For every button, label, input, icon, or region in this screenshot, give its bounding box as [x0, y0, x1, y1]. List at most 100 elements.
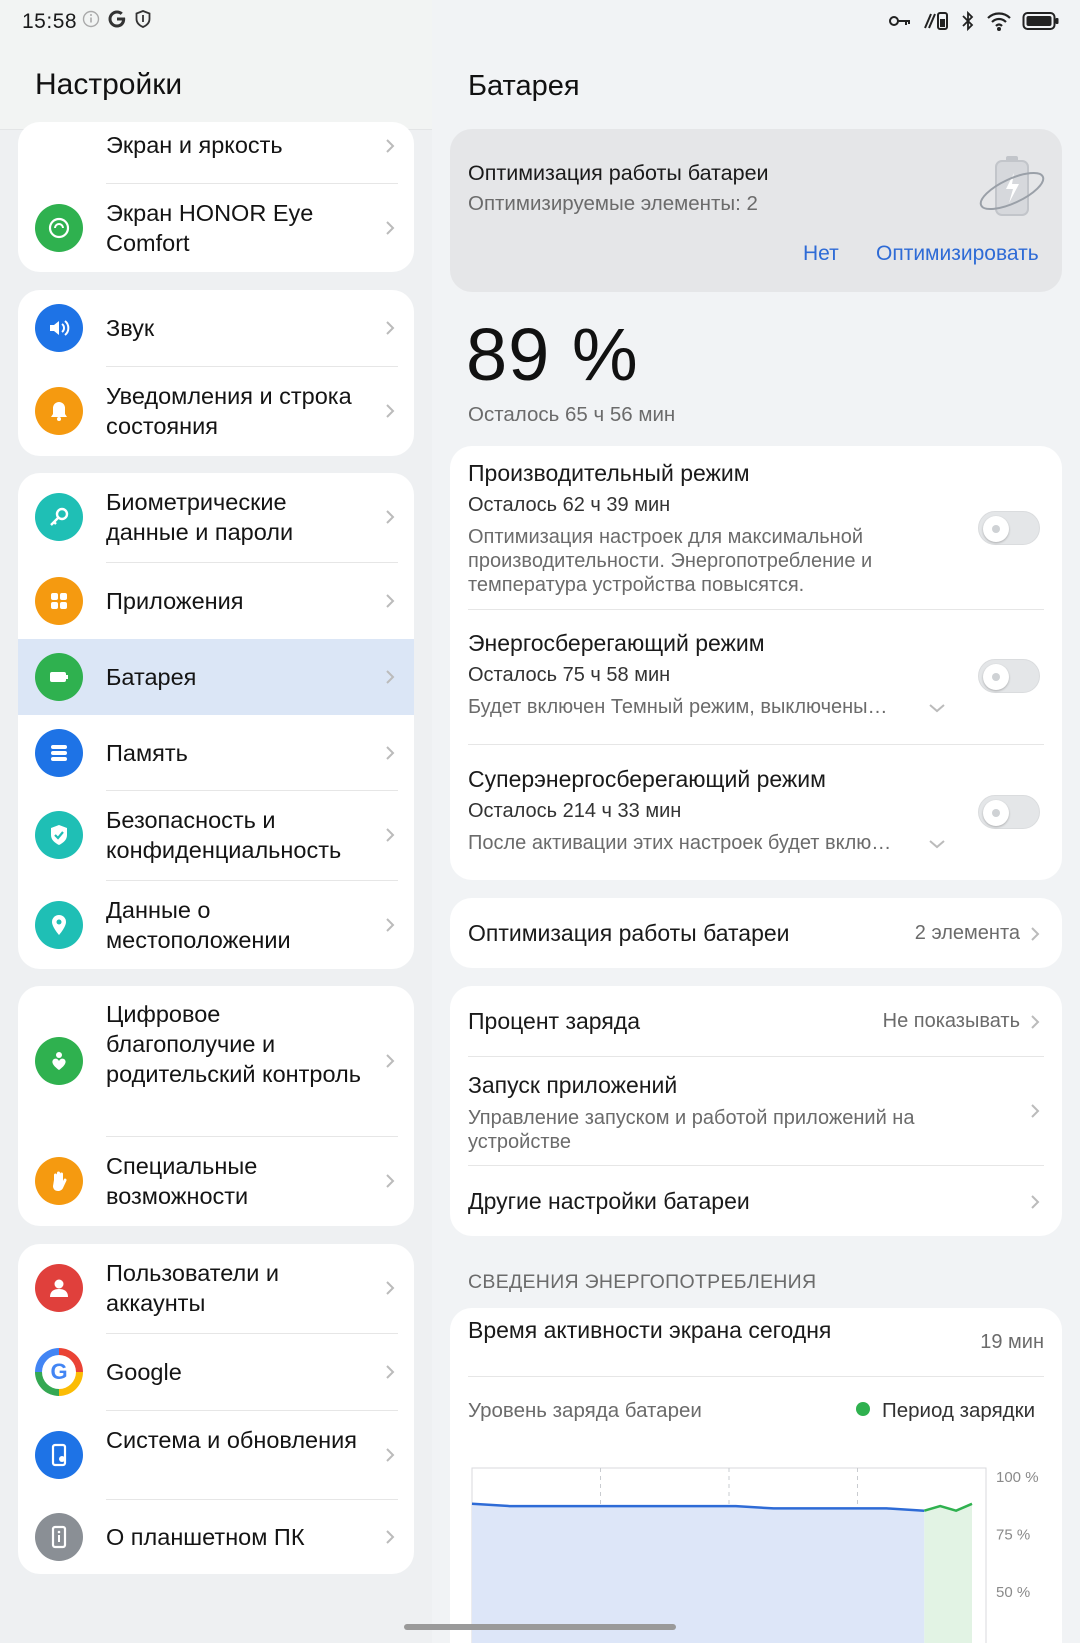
wifi-icon [987, 12, 1011, 31]
settings-item-biometrics[interactable]: Биометрические данные и пароли [18, 473, 414, 562]
settings-item-sound[interactable]: Звук [18, 290, 414, 366]
settings-item-privacy[interactable]: Безопасность и конфиденциальность [18, 791, 414, 880]
mode-title: Энергосберегающий режим [468, 630, 765, 656]
chevron-right-icon [386, 1448, 395, 1462]
home-indicator[interactable] [404, 1624, 676, 1630]
bluetooth-icon [962, 10, 974, 32]
mode-remaining: Осталось 75 ч 58 мин [468, 664, 671, 686]
performance-mode-toggle[interactable] [978, 511, 1040, 545]
status-icons-left [82, 8, 152, 30]
chart-caption: Уровень заряда батареи [468, 1399, 702, 1422]
settings-item-system[interactable]: Система и обновления [18, 1411, 414, 1499]
hand-icon [35, 1157, 83, 1205]
settings-item-label: Батарея [106, 664, 197, 690]
chevron-right-icon [386, 404, 395, 418]
settings-item-notifications[interactable]: Уведомления и строка состояния [18, 367, 414, 456]
y-tick-label: 50 % [996, 1584, 1030, 1601]
location-icon [35, 901, 83, 949]
settings-item-about[interactable]: О планшетном ПК [18, 1500, 414, 1574]
chevron-down-icon[interactable] [928, 702, 946, 714]
settings-item-battery[interactable]: Батарея [18, 639, 414, 715]
wellbeing-icon [35, 1037, 83, 1085]
settings-group-wellbeing: Цифровое благополучие и родительский кон… [18, 986, 414, 1226]
battery-remaining: Осталось 65 ч 56 мин [468, 403, 676, 426]
chevron-right-icon [386, 1174, 395, 1188]
section-header: СВЕДЕНИЯ ЭНЕРГОПОТРЕБЛЕНИЯ [468, 1271, 817, 1293]
settings-item-apps[interactable]: Приложения [18, 563, 414, 639]
battery-icon [35, 653, 83, 701]
battery-area [472, 1503, 925, 1643]
row-label: Запуск приложений [468, 1072, 678, 1098]
mode-title: Производительный режим [468, 460, 750, 486]
settings-item-location[interactable]: Данные о местоположении [18, 881, 414, 969]
chevron-right-icon [386, 1281, 395, 1295]
mode-description: После активации этих настроек будет вклю… [468, 832, 892, 854]
settings-item-label: Биометрические данные и пароли [106, 489, 294, 545]
settings-item-label: Экран и яркость [106, 132, 283, 158]
optimize-button[interactable]: Оптимизировать [876, 242, 1039, 266]
settings-item-label: Пользователи и аккаунты [106, 1260, 280, 1316]
optimize-card-title: Оптимизация работы батареи [468, 161, 769, 185]
google-g-icon [108, 10, 126, 28]
user-icon [35, 1264, 83, 1312]
settings-item-label: Безопасность и конфиденциальность [106, 807, 342, 863]
settings-item-label: Память [106, 740, 188, 766]
ultra-power-saving-toggle[interactable] [978, 795, 1040, 829]
y-tick-label: 100 % [996, 1469, 1039, 1486]
status-time: 15:58 [22, 10, 78, 33]
display-icon [35, 122, 83, 164]
settings-item-label: О планшетном ПК [106, 1524, 305, 1550]
row-value: Не показывать [882, 1010, 1020, 1032]
chevron-right-icon [386, 139, 395, 153]
settings-item-accessibility[interactable]: Специальные возможности [18, 1137, 414, 1226]
settings-item-label: Специальные возможности [106, 1153, 258, 1209]
chevron-right-icon [386, 670, 395, 684]
row-value: 2 элемента [914, 922, 1020, 944]
chevron-right-icon [386, 1365, 395, 1379]
settings-item-storage[interactable]: Память [18, 715, 414, 791]
settings-item-eye-comfort[interactable]: Экран HONOR Eye Comfort [18, 184, 414, 272]
battery-percent: 89 % [466, 313, 639, 396]
settings-group-display: Экран и яркость Экран HONOR Eye Comfort [18, 122, 414, 272]
settings-item-display[interactable]: Экран и яркость [18, 122, 414, 184]
settings-item-label: Цифровое благополучие и родительский кон… [106, 1001, 361, 1087]
legend-swatch [856, 1402, 870, 1416]
apps-icon [35, 577, 83, 625]
mode-description: Будет включен Темный режим, выключены… [468, 696, 888, 718]
settings-item-label: Экран HONOR Eye Comfort [106, 200, 314, 256]
settings-item-label: Приложения [106, 588, 244, 614]
vpn-key-icon [889, 16, 910, 26]
nfc-charging-icon [924, 12, 948, 30]
battery-status-icon [1022, 12, 1059, 30]
settings-item-users[interactable]: Пользователи и аккаунты [18, 1244, 414, 1333]
mode-title: Суперэнергосберегающий режим [468, 766, 826, 792]
shield-icon [35, 811, 83, 859]
chevron-right-icon [386, 1054, 395, 1068]
screen-time-value: 19 мин [980, 1331, 1044, 1353]
settings-item-label: Звук [106, 315, 155, 341]
row-label: Другие настройки батареи [468, 1188, 750, 1214]
chevron-right-icon [1031, 927, 1040, 941]
mode-remaining: Осталось 62 ч 39 мин [468, 494, 671, 516]
no-button[interactable]: Нет [803, 242, 839, 266]
battery-page-title: Батарея [468, 70, 580, 102]
chevron-right-icon [1031, 1104, 1040, 1118]
page-title: Настройки [35, 68, 183, 101]
battery-optimize-illustration-icon [979, 156, 1045, 216]
chevron-down-icon[interactable] [928, 838, 946, 850]
settings-item-wellbeing[interactable]: Цифровое благополучие и родительский кон… [18, 986, 414, 1136]
power-saving-toggle[interactable] [978, 659, 1040, 693]
chevron-right-icon [386, 221, 395, 235]
google-icon: G [35, 1348, 83, 1396]
screen-time-label: Время активности экрана сегодня [468, 1317, 832, 1343]
chevron-right-icon [1031, 1195, 1040, 1209]
row-label: Процент заряда [468, 1008, 640, 1034]
charging-area [924, 1503, 972, 1643]
key-icon [35, 493, 83, 541]
settings-group-accounts: Пользователи и аккаунты G Google Система… [18, 1244, 414, 1574]
optimize-card: Оптимизация работы батареи Оптимизируемы… [450, 129, 1062, 292]
settings-item-google[interactable]: G Google [18, 1334, 414, 1410]
system-update-icon [35, 1431, 83, 1479]
settings-group-security: Биометрические данные и пароли Приложени… [18, 473, 414, 969]
eye-comfort-icon [35, 204, 83, 252]
